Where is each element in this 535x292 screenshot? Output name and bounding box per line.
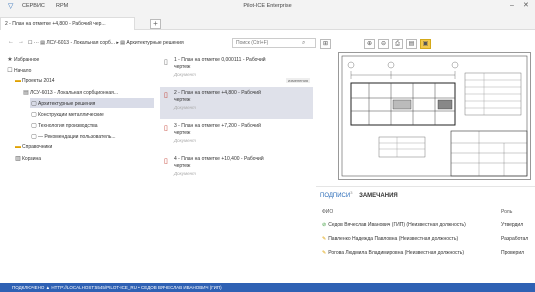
add-tab-button[interactable]: + — [150, 19, 161, 29]
list-item[interactable]: ▯ 3 - План на отметке +7,200 - Рабочий ч… — [160, 120, 313, 152]
document-type: Документ — [174, 105, 196, 110]
signer-role: Разработал — [501, 236, 529, 242]
navigation-bar: ← → ☐ ··· ▤ ЛСУ-6013 - Локальная сорб...… — [0, 36, 316, 50]
document-title: 2 - План на отметке +4,800 - Рабочий чер… — [174, 90, 261, 103]
document-title: 1 - План на отметке 0,000111 - Рабочий ч… — [174, 57, 266, 70]
document-type: Документ — [174, 171, 196, 176]
document-icon: ▯ — [164, 125, 168, 132]
section-icon: ▢ — [31, 101, 37, 107]
tree-item-production-tech[interactable]: ▢Технология производства — [30, 120, 98, 130]
list-item[interactable]: ▯ 2 - План на отметке +4,800 - Рабочий ч… — [160, 87, 313, 119]
forward-icon[interactable]: → — [18, 39, 24, 45]
tab-document[interactable]: 2 - План на отметке +4,800 - Рабочий чер… — [0, 17, 135, 30]
pending-sign-icon: ✎ — [322, 250, 327, 256]
signer-name: Павленко Надежда Павловна (Неизвестная д… — [328, 236, 459, 242]
tree-item-architecture[interactable]: ▢Архитектурные решения — [30, 98, 154, 108]
document-icon: ▯ — [164, 158, 168, 165]
close-window-button[interactable]: ✕ — [523, 2, 529, 10]
list-item[interactable]: ▯ 1 - План на отметке 0,000111 - Рабочий… — [160, 54, 313, 86]
tab-bar: 2 - План на отметке +4,800 - Рабочий чер… — [0, 13, 535, 30]
home-icon: ☐ — [7, 68, 13, 74]
table-row[interactable]: ✎ Рогова Людмила Владимировна (Неизвестна… — [316, 247, 535, 260]
tab-label: 2 - План на отметке +4,800 - Рабочий чер… — [5, 21, 106, 27]
tab-signatures[interactable]: ПОДПИСИ3 — [320, 190, 352, 199]
tree-item-label: Проекты 2014 — [22, 78, 55, 84]
drawing-preview[interactable] — [338, 52, 531, 180]
document-list: ▯ 1 - План на отметке 0,000111 - Рабочий… — [160, 52, 315, 192]
tab-signatures-label: ПОДПИСИ — [320, 193, 351, 199]
zoom-out-icon[interactable]: ⊖ — [378, 39, 389, 49]
column-role-header[interactable]: Роль — [501, 209, 512, 215]
tree-item-label: Справочники — [22, 144, 53, 150]
document-icon: ▯ — [164, 92, 168, 99]
column-name-header[interactable]: ФИО — [322, 209, 333, 215]
signer-name: Рогова Людмила Владимировна (Неизвестная… — [328, 250, 465, 256]
tree-item-label: Корзина — [22, 156, 42, 162]
section-icon: ▢ — [31, 112, 37, 118]
tree-item-project-lsu-6013[interactable]: ▤ЛСУ-6013 - Локальная сорбционная... — [22, 87, 118, 97]
signer-role: Проверил — [501, 250, 525, 256]
star-icon: ★ — [7, 57, 13, 63]
section-icon: ▢ — [31, 134, 37, 140]
annotations-icon[interactable]: ▣ — [420, 39, 431, 49]
tree-item-label: Конструкции металлические — [38, 112, 104, 118]
signer-role: Утвердил — [501, 222, 524, 228]
tree-item-label: Технология производства — [38, 123, 98, 129]
panel-divider — [316, 186, 535, 187]
approved-icon: ⊘ — [322, 222, 327, 228]
table-row[interactable]: ✎ Павленко Надежда Павловна (Неизвестная … — [316, 233, 535, 246]
breadcrumb[interactable]: ☐ ··· ▤ ЛСУ-6013 - Локальная сорб... ▸ ▤… — [28, 40, 184, 46]
list-item[interactable]: ▯ 4 - План на отметке +10,400 - Рабочий … — [160, 153, 313, 185]
project-icon: ▤ — [23, 90, 29, 96]
preview-toolbar: ⊞ ⊕ ⊖ ⎙ ▤ ▣ — [316, 37, 535, 51]
tree-item-label: Избранное — [14, 57, 40, 63]
tab-remarks[interactable]: ЗАМЕЧАНИЯ — [359, 193, 398, 199]
table-row[interactable]: ⊘ Седов Вячеслав Иванович (ГИП) (Неизвест… — [316, 219, 535, 232]
minimize-button[interactable]: – — [510, 2, 514, 10]
search-icon[interactable]: ⌕ — [302, 40, 305, 47]
folder-icon: ▬ — [15, 144, 21, 150]
section-icon: ▢ — [31, 123, 37, 129]
tree-item-home[interactable]: ☐Начало — [6, 65, 31, 75]
document-view-icon[interactable]: ▤ — [406, 39, 417, 49]
tree-item-label: ЛСУ-6013 - Локальная сорбционная... — [30, 90, 119, 96]
trash-icon: ▥ — [15, 156, 21, 162]
tree-item-trash[interactable]: ▥Корзина — [14, 153, 41, 163]
back-icon[interactable]: ← — [8, 39, 14, 45]
zoom-in-icon[interactable]: ⊕ — [364, 39, 375, 49]
document-icon: ▯ — [164, 59, 168, 66]
document-title: 4 - План на отметке +10,400 - Рабочий че… — [174, 156, 264, 169]
folder-icon: ▬ — [15, 78, 21, 84]
document-type: Документ — [174, 72, 196, 77]
document-title: 3 - План на отметке +7,200 - Рабочий чер… — [174, 123, 261, 136]
title-bar: ▽ СЕРВИС RPM Pilot-ICE Enterprise – ✕ — [0, 0, 535, 13]
status-bar: ПОДКЛЮЧЕНО ▲ HTTP://LOCALHOST:5545/PILOT… — [0, 283, 535, 292]
tree-item-recommendations[interactable]: ▢— Рекомендации пользователь... — [30, 131, 116, 141]
changes-badge: изменения — [285, 78, 310, 83]
signatures-count: 3 — [350, 190, 353, 195]
tree-item-label: Начало — [14, 68, 32, 74]
tree-item-favorites[interactable]: ★Избранное — [6, 54, 39, 64]
tree-item-label: Архитектурные решения — [38, 101, 96, 107]
print-icon[interactable]: ⎙ — [392, 39, 403, 49]
tree-item-references[interactable]: ▬Справочники — [14, 142, 52, 152]
fit-page-icon[interactable]: ⊞ — [320, 39, 331, 49]
table-header: ФИО Роль — [316, 207, 535, 217]
navigation-tree: ★Избранное ☐Начало ▬Проекты 2014 ▤ЛСУ-60… — [0, 52, 155, 267]
document-type: Документ — [174, 138, 196, 143]
panel-tabs: ПОДПИСИ3 ЗАМЕЧАНИЯ — [320, 190, 403, 199]
tree-item-projects-2014[interactable]: ▬Проекты 2014 — [14, 76, 55, 86]
window-title: Pilot-ICE Enterprise — [243, 3, 292, 9]
tree-item-label: — Рекомендации пользователь... — [38, 134, 116, 140]
tree-item-metal-structures[interactable]: ▢Конструкции металлические — [30, 109, 104, 119]
floor-plan-drawing — [341, 55, 528, 177]
signer-name: Седов Вячеслав Иванович (ГИП) (Неизвестн… — [328, 222, 466, 228]
pending-sign-icon: ✎ — [322, 236, 327, 242]
